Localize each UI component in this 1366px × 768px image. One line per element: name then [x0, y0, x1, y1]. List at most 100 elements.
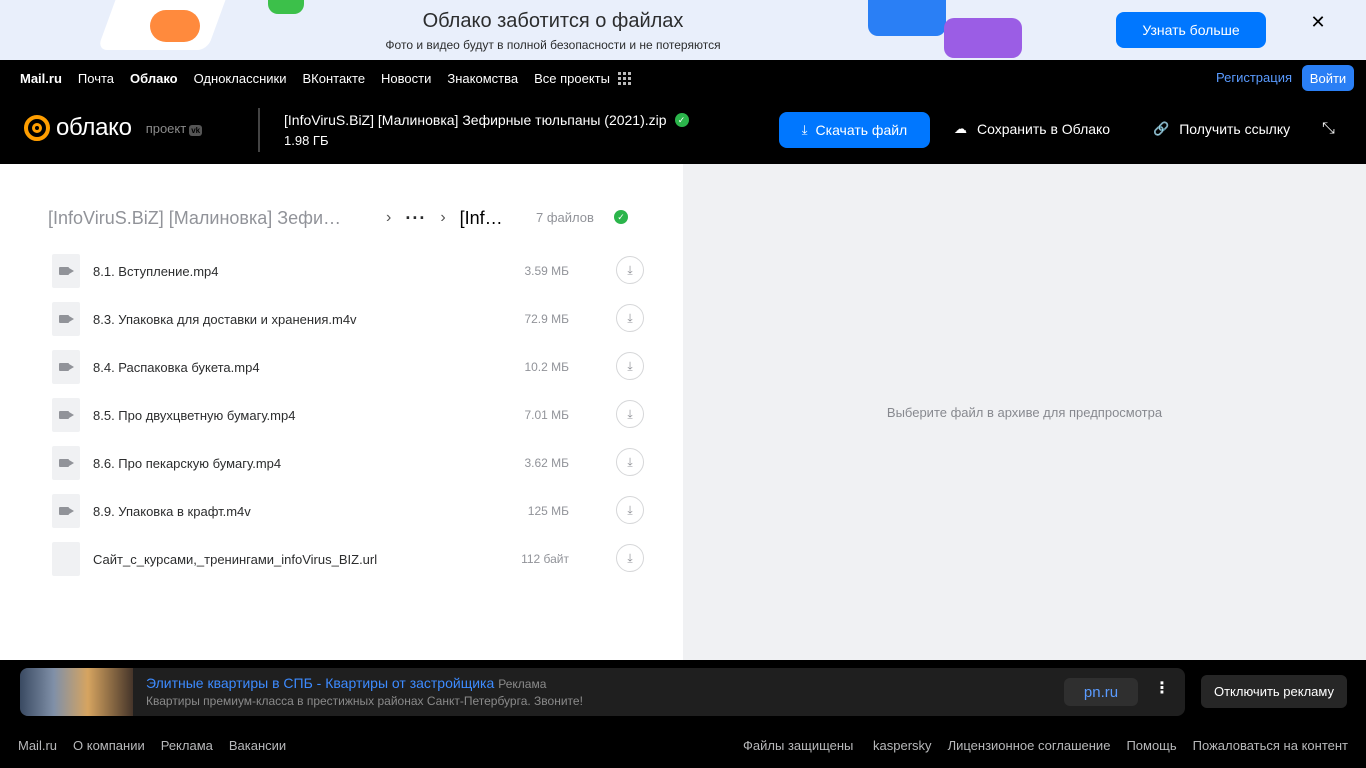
- archive-name: [InfoViruS.BiZ] [Малиновка] Зефирные тюл…: [284, 112, 689, 128]
- file-size: 72.9 МБ: [524, 312, 569, 326]
- protected-by: Файлы защищены kaspersky: [743, 738, 932, 753]
- video-file-icon: [52, 398, 80, 432]
- file-name: 8.5. Про двухцветную бумагу.mp4: [93, 408, 296, 423]
- download-icon[interactable]: ⤓: [616, 544, 644, 572]
- file-name: 8.4. Распаковка букета.mp4: [93, 360, 260, 375]
- nav-odnoklassniki[interactable]: Одноклассники: [194, 71, 287, 86]
- nav-pochta[interactable]: Почта: [78, 71, 114, 86]
- video-file-icon: [52, 494, 80, 528]
- ad-domain-button[interactable]: pn.ru: [1064, 678, 1138, 706]
- file-icon: [52, 542, 80, 576]
- at-logo-icon: [24, 115, 50, 141]
- video-file-icon: [52, 302, 80, 336]
- ad-tag: Реклама: [498, 677, 547, 691]
- list-item[interactable]: 8.6. Про пекарскую бумагу.mp4 3.62 МБ ⤓: [52, 444, 652, 492]
- nav-znakomstva[interactable]: Знакомства: [447, 71, 518, 86]
- get-link-button[interactable]: 🔗 Получить ссылку: [1153, 121, 1290, 137]
- download-icon[interactable]: ⤓: [616, 304, 644, 332]
- breadcrumb-more[interactable]: ···: [405, 208, 426, 229]
- link-icon: 🔗: [1153, 121, 1170, 136]
- breadcrumb-current: [Inf…: [459, 207, 503, 228]
- close-icon[interactable]: ✕: [1306, 10, 1330, 34]
- footer-link-license[interactable]: Лицензионное соглашение: [948, 738, 1111, 753]
- learn-more-button[interactable]: Узнать больше: [1116, 12, 1266, 48]
- download-icon[interactable]: ⤓: [616, 448, 644, 476]
- promo-banner: Облако заботится о файлах Фото и видео б…: [0, 0, 1366, 60]
- download-icon[interactable]: ⤓: [616, 256, 644, 284]
- archive-panel: [InfoViruS.BiZ] [Малиновка] Зефи… › ··· …: [0, 164, 683, 660]
- cloud-upload-icon: ☁: [954, 121, 967, 136]
- file-size: 125 МБ: [527, 504, 569, 518]
- preview-placeholder: Выберите файл в архиве для предпросмотра: [886, 404, 1163, 420]
- file-name: Сайт_с_курсами,_тренингами_infoVirus_BIZ…: [93, 552, 378, 567]
- list-item[interactable]: 8.1. Вступление.mp4 3.59 МБ ⤓: [52, 252, 652, 300]
- footer-link-about[interactable]: О компании: [73, 738, 145, 753]
- project-label: проект vk: [145, 120, 203, 136]
- download-icon[interactable]: ⤓: [616, 400, 644, 428]
- footer-link-ads[interactable]: Реклама: [161, 738, 213, 753]
- main-content: [InfoViruS.BiZ] [Малиновка] Зефи… › ··· …: [0, 164, 1366, 660]
- footer-link-mailru[interactable]: Mail.ru: [18, 738, 57, 753]
- list-item[interactable]: 8.9. Упаковка в крафт.m4v 125 МБ ⤓: [52, 492, 652, 540]
- login-button[interactable]: Войти: [1302, 65, 1354, 91]
- cloud-logo[interactable]: облако проект vk: [24, 114, 203, 142]
- file-size: 112 байт: [521, 552, 569, 566]
- download-icon: ⤓: [801, 122, 808, 137]
- download-file-button[interactable]: ⤓ Скачать файл: [779, 112, 930, 148]
- chevron-right-icon: ›: [386, 209, 392, 226]
- file-size: 3.62 МБ: [524, 456, 569, 470]
- nav-vkontakte[interactable]: ВКонтакте: [302, 71, 365, 86]
- preview-panel: Выберите файл в архиве для предпросмотра: [683, 164, 1366, 660]
- file-size: 10.2 МБ: [524, 360, 569, 374]
- file-name: 8.6. Про пекарскую бумагу.mp4: [93, 456, 282, 471]
- list-item[interactable]: 8.3. Упаковка для доставки и хранения.m4…: [52, 300, 652, 348]
- more-vertical-icon[interactable]: ⋮: [1154, 678, 1170, 698]
- ad-title[interactable]: Элитные квартиры в СПБ - Квартиры от зас…: [146, 675, 546, 691]
- nav-mailru[interactable]: Mail.ru: [20, 71, 62, 86]
- logo-text: облако: [56, 114, 132, 141]
- nav-all-projects[interactable]: Все проекты: [534, 71, 610, 86]
- register-link[interactable]: Регистрация: [1216, 70, 1292, 85]
- verified-check-icon: ✓: [614, 210, 628, 224]
- header-divider: [258, 108, 260, 152]
- file-size: 7.01 МБ: [524, 408, 569, 422]
- disable-ads-button[interactable]: Отключить рекламу: [1201, 675, 1347, 708]
- file-name: 8.9. Упаковка в крафт.m4v: [93, 504, 251, 519]
- breadcrumb: [InfoViruS.BiZ] [Малиновка] Зефи… › ··· …: [48, 207, 503, 229]
- nav-novosti[interactable]: Новости: [381, 71, 431, 86]
- file-name: 8.3. Упаковка для доставки и хранения.m4…: [93, 312, 357, 327]
- file-size: 3.59 МБ: [524, 264, 569, 278]
- video-file-icon: [52, 350, 80, 384]
- download-icon[interactable]: ⤓: [616, 496, 644, 524]
- file-list: 8.1. Вступление.mp4 3.59 МБ ⤓ 8.3. Упако…: [52, 252, 652, 588]
- verified-check-icon: ✓: [674, 113, 689, 127]
- footer: Mail.ru О компании Реклама Вакансии Файл…: [0, 732, 1366, 760]
- promo-subtitle: Фото и видео будут в полной безопасности…: [385, 38, 721, 52]
- ad-banner[interactable]: Элитные квартиры в СПБ - Квартиры от зас…: [20, 668, 1185, 716]
- download-icon[interactable]: ⤓: [616, 352, 644, 380]
- portal-nav: Mail.ru Почта Облако Одноклассники ВКонт…: [0, 60, 1366, 96]
- video-file-icon: [52, 446, 80, 480]
- chevron-right-icon: ›: [440, 209, 446, 226]
- archive-size: 1.98 ГБ: [284, 133, 329, 148]
- footer-link-report[interactable]: Пожаловаться на контент: [1193, 738, 1348, 753]
- nav-oblako[interactable]: Облако: [130, 71, 178, 86]
- list-item[interactable]: Сайт_с_курсами,_тренингами_infoVirus_BIZ…: [52, 540, 652, 588]
- footer-link-help[interactable]: Помощь: [1126, 738, 1176, 753]
- save-to-cloud-button[interactable]: ☁ Сохранить в Облако: [954, 121, 1110, 137]
- file-count: 7 файлов: [536, 210, 594, 225]
- promo-title: Облако заботится о файлах: [422, 10, 684, 32]
- ad-subtitle: Квартиры премиум-класса в престижных рай…: [146, 694, 583, 708]
- list-item[interactable]: 8.5. Про двухцветную бумагу.mp4 7.01 МБ …: [52, 396, 652, 444]
- list-item[interactable]: 8.4. Распаковка букета.mp4 10.2 МБ ⤓: [52, 348, 652, 396]
- file-name: 8.1. Вступление.mp4: [93, 264, 219, 279]
- footer-link-jobs[interactable]: Вакансии: [229, 738, 286, 753]
- ad-image: [20, 668, 133, 716]
- apps-grid-icon[interactable]: [617, 71, 631, 85]
- collapse-icon[interactable]: ⤡: [1322, 120, 1335, 138]
- breadcrumb-root[interactable]: [InfoViruS.BiZ] [Малиновка] Зефи…: [48, 208, 378, 229]
- vk-badge-icon: vk: [189, 124, 203, 136]
- kaspersky-logo[interactable]: kaspersky: [873, 738, 932, 753]
- video-file-icon: [52, 254, 80, 288]
- file-header: облако проект vk [InfoViruS.BiZ] [Малинов…: [0, 96, 1366, 164]
